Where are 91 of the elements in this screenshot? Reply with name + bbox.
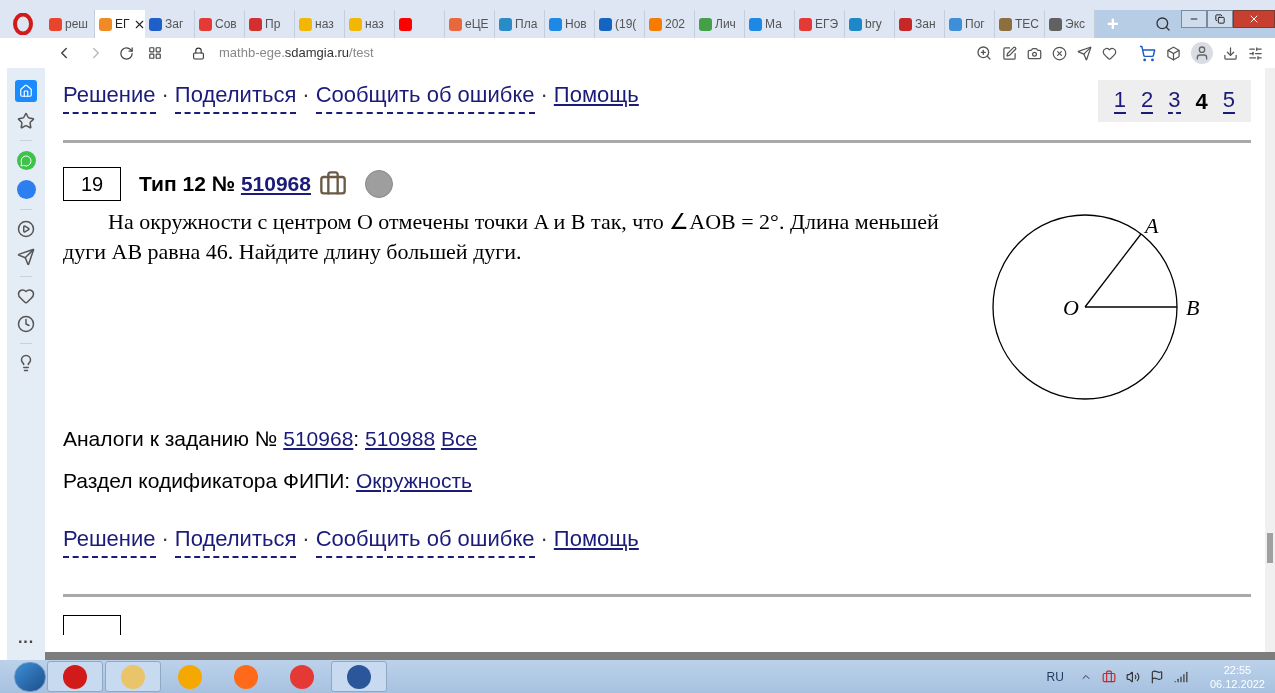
play-icon[interactable] [17, 220, 35, 238]
task-link[interactable]: 510988 [365, 427, 436, 450]
star-icon[interactable] [17, 112, 35, 130]
tab-title: наз [365, 16, 384, 33]
tab-title: ТЕС [1015, 16, 1039, 33]
tab-title: Заг [165, 16, 184, 33]
tab-title: bry [865, 16, 882, 33]
reload-icon[interactable] [119, 45, 134, 61]
cube-icon[interactable] [1166, 45, 1181, 61]
nav-link[interactable]: Решение [63, 522, 156, 558]
nav-link[interactable]: Помощь [553, 522, 639, 556]
tab-title: Сов [215, 16, 237, 33]
more-button[interactable]: ··· [18, 630, 34, 654]
codifier-line: Раздел кодификатора ФИПИ: Окружность [63, 467, 474, 494]
page-link[interactable]: 5 [1222, 88, 1235, 114]
tab-title: Лич [715, 16, 736, 33]
tab-title: 202 [665, 16, 686, 33]
nav-link[interactable]: Сообщить об ошибке [315, 522, 535, 558]
tab-title: Экс [1065, 16, 1085, 33]
briefcase-icon [319, 170, 347, 198]
problem-text: На окружности с центром O отмечены точки A и B так, что ∠AOB = 2°. Длина меньшей дуги AB равна 46. Найдите длину большей дуги. [63, 208, 940, 266]
task-type: Тип 12 № 510968 [139, 171, 311, 198]
nav-link[interactable]: Сообщить об ошибке [315, 78, 535, 114]
separator-dot: · [161, 525, 169, 553]
tab-title: (19( [615, 16, 637, 33]
opera-logo-icon[interactable] [12, 13, 33, 35]
restore-button[interactable] [1207, 10, 1233, 28]
separator-dot: · [540, 525, 548, 553]
time: 22:55 [1223, 662, 1252, 677]
page-link[interactable]: 4 [1195, 84, 1208, 118]
browser-tab[interactable]: ЕГ [95, 10, 145, 38]
all-link[interactable]: Все [440, 427, 478, 450]
zoom-icon[interactable] [976, 45, 992, 61]
tab-title: реш [65, 16, 88, 33]
date: 06.12.2022 [1209, 676, 1265, 691]
analogues-line: Аналоги к заданию № 510968: 510988 Все [63, 426, 479, 452]
social-icon[interactable] [16, 180, 36, 199]
nav-link[interactable]: Помощь [553, 78, 639, 112]
volume-icon[interactable] [1125, 669, 1140, 684]
separator-dot: · [302, 81, 310, 109]
heart-icon[interactable] [1102, 45, 1117, 61]
clock-icon[interactable] [17, 315, 35, 333]
start-button[interactable] [14, 661, 46, 692]
tab-title: ЕГЭ [815, 16, 839, 33]
point-label: A [1145, 213, 1159, 238]
tab-title: наз [315, 16, 334, 33]
separator-dot: · [161, 81, 169, 109]
task-link[interactable]: 510968 [283, 427, 354, 450]
flag-icon[interactable] [1149, 669, 1164, 684]
tab-title: ЕГ [115, 16, 130, 33]
heart-icon[interactable] [17, 287, 35, 305]
home-icon[interactable] [15, 80, 37, 102]
tab-title: Пр [265, 16, 281, 33]
settings-icon[interactable] [1248, 45, 1263, 61]
page-link[interactable]: 2 [1141, 88, 1154, 114]
send-icon[interactable] [1077, 45, 1092, 61]
download-icon[interactable] [1223, 45, 1238, 61]
page-link[interactable]: 3 [1168, 88, 1181, 114]
language-indicator[interactable]: RU [1046, 667, 1064, 686]
task-link[interactable]: 510968 [240, 172, 311, 196]
page-link[interactable]: 1 [1113, 88, 1126, 114]
camera-icon[interactable] [1027, 45, 1042, 61]
nav-link[interactable]: Поделиться [174, 78, 297, 114]
address-field[interactable]: mathb-ege.sdamgia.ru/test [219, 43, 374, 63]
restore-icon [1215, 14, 1225, 24]
minimize-button[interactable] [1181, 10, 1207, 28]
task-number-box [63, 615, 121, 635]
nav-link[interactable]: Решение [63, 78, 156, 114]
avatar-icon[interactable] [1191, 42, 1213, 64]
separator-dot: · [540, 81, 548, 109]
cart-icon[interactable] [1139, 44, 1156, 62]
topic-link[interactable]: Окружность [355, 468, 473, 492]
point-label: B [1186, 295, 1200, 320]
grid-icon[interactable] [148, 46, 162, 60]
send-icon[interactable] [17, 248, 35, 266]
close-icon [1248, 13, 1260, 25]
point-label: O [1063, 295, 1079, 320]
tab-title: Нов [565, 16, 587, 33]
edit-icon[interactable] [1002, 45, 1017, 61]
signal-icon[interactable] [1173, 669, 1188, 684]
nav-link[interactable]: Поделиться [174, 522, 297, 558]
tab-title: Пог [965, 16, 985, 33]
tab-title: eЦE [465, 16, 489, 33]
tab-title: Ма [765, 16, 782, 33]
tab-title: Зан [915, 16, 936, 33]
task-number: 19 [63, 167, 121, 201]
search-icon[interactable] [1155, 16, 1171, 32]
lock-icon [192, 46, 205, 60]
separator-dot: · [302, 525, 310, 553]
block-icon[interactable] [1052, 45, 1067, 61]
tab-title: Пла [515, 16, 538, 33]
